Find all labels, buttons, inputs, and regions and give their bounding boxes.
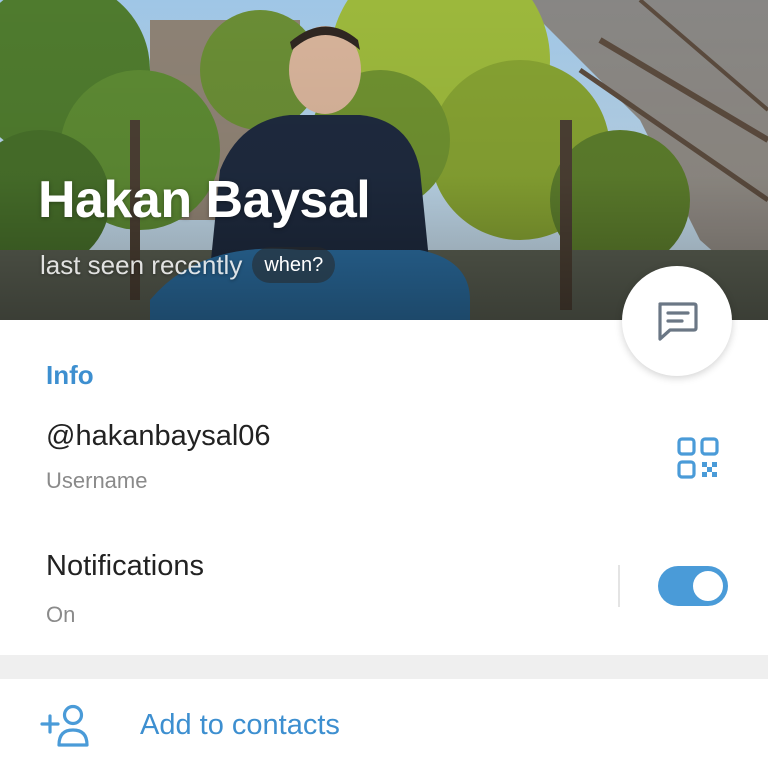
profile-name: Hakan Baysal	[38, 171, 371, 229]
when-button[interactable]: when?	[252, 247, 336, 283]
add-to-contacts-button[interactable]: Add to contacts	[0, 679, 768, 768]
info-section-title: Info	[46, 360, 94, 390]
status-row: last seen recently when?	[40, 247, 336, 283]
toggle-knob	[690, 568, 726, 604]
notifications-value: On	[46, 602, 76, 627]
row-divider	[618, 565, 620, 607]
section-separator	[0, 655, 768, 679]
qr-code-button[interactable]	[676, 436, 720, 480]
message-button[interactable]	[622, 266, 732, 376]
message-icon	[658, 302, 698, 341]
qr-code-icon	[677, 437, 719, 479]
username-value[interactable]: @hakanbaysal06	[46, 420, 271, 453]
notifications-toggle[interactable]	[658, 566, 728, 606]
notifications-title[interactable]: Notifications	[46, 550, 204, 583]
add-user-icon	[40, 704, 89, 747]
last-seen-status: last seen recently	[40, 249, 243, 280]
username-label: Username	[46, 468, 148, 493]
add-to-contacts-label: Add to contacts	[140, 709, 340, 741]
